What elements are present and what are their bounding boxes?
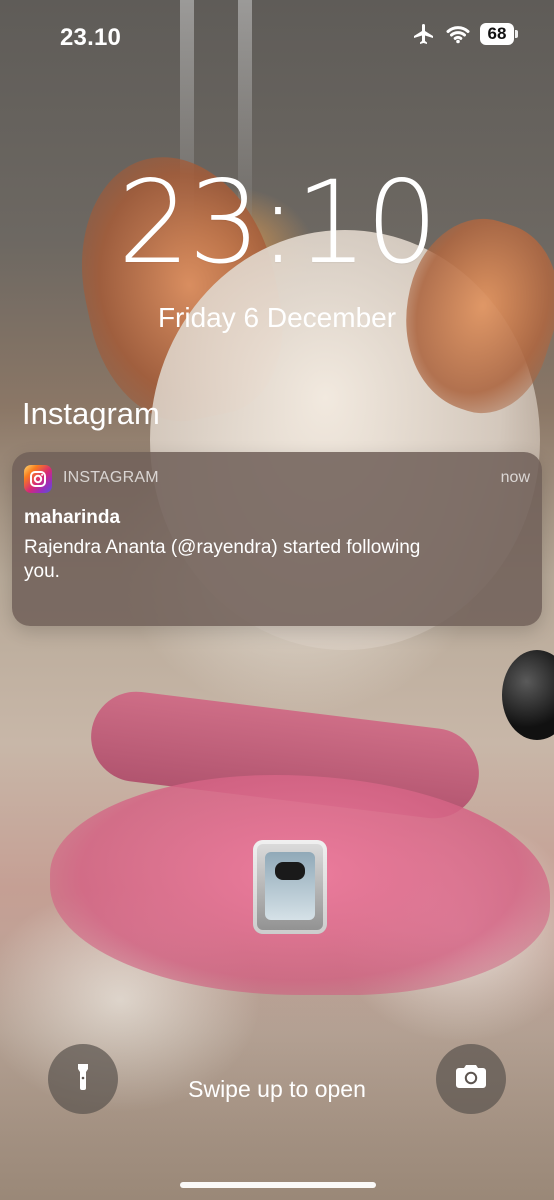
status-bar: 23.10 68 <box>0 0 554 74</box>
battery-cap <box>515 30 518 38</box>
lockscreen-date: Friday 6 December <box>157 302 397 333</box>
notification-header: INSTAGRAM now <box>24 465 530 493</box>
camera-icon <box>454 1063 488 1096</box>
notification-body: Rajendra Ananta (@rayendra) started foll… <box>24 537 421 583</box>
instagram-icon <box>24 465 52 493</box>
dog-nose <box>502 650 554 740</box>
notification-group-title: Instagram <box>22 396 160 431</box>
instagram-notification[interactable]: INSTAGRAM now maharinda Rajendra Ananta … <box>12 452 542 626</box>
notification-time: now <box>500 469 530 486</box>
battery-icon: 68 <box>480 23 518 45</box>
status-time: 23.10 <box>60 24 122 51</box>
notification-app-name: INSTAGRAM <box>63 469 159 486</box>
battery-level: 68 <box>487 24 507 43</box>
status-icons: 68 <box>412 22 518 46</box>
wifi-icon <box>446 24 470 44</box>
home-indicator[interactable] <box>180 1182 376 1188</box>
notification-title: maharinda <box>24 507 121 528</box>
airplane-icon <box>412 22 436 46</box>
camera-button[interactable] <box>436 1044 506 1114</box>
photo-charm <box>253 840 327 934</box>
lockscreen-clock: 23:10 <box>117 156 439 289</box>
